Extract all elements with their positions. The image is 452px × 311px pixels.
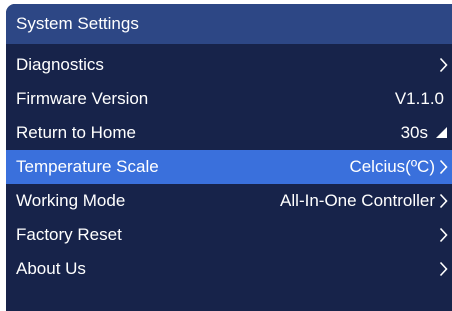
menu-item-right: V1.1.0 xyxy=(395,89,448,109)
page-title: System Settings xyxy=(16,14,139,33)
menu-item-right: 30s xyxy=(401,123,448,143)
chevron-right-icon xyxy=(439,193,448,209)
title-bar: System Settings xyxy=(6,4,452,44)
chevron-right-icon xyxy=(439,159,448,175)
chevron-right-icon xyxy=(439,261,448,277)
menu-item-temperature-scale[interactable]: Temperature Scale Celcius(ºC) xyxy=(6,150,452,184)
menu-item-right xyxy=(435,225,448,245)
menu-item-label: Return to Home xyxy=(16,123,136,142)
settings-screen: System Settings Diagnostics Firmware Ver… xyxy=(6,4,452,311)
settings-menu: Diagnostics Firmware Version V1.1.0 Retu… xyxy=(6,48,452,286)
menu-item-right xyxy=(435,55,448,75)
menu-item-right: Celcius(ºC) xyxy=(349,157,448,177)
menu-item-label: Temperature Scale xyxy=(16,157,159,176)
menu-item-about-us[interactable]: About Us xyxy=(6,252,452,286)
chevron-right-icon xyxy=(439,227,448,243)
menu-item-return-to-home[interactable]: Return to Home 30s xyxy=(6,116,452,150)
menu-item-label: About Us xyxy=(16,259,86,278)
return-to-home-value: 30s xyxy=(400,123,428,142)
menu-item-right: All-In-One Controller xyxy=(280,191,448,211)
menu-item-factory-reset[interactable]: Factory Reset xyxy=(6,218,452,252)
menu-item-right xyxy=(435,259,448,279)
corner-triangle-icon xyxy=(436,127,448,139)
chevron-right-icon xyxy=(439,57,448,73)
menu-item-working-mode[interactable]: Working Mode All-In-One Controller xyxy=(6,184,452,218)
menu-item-label: Diagnostics xyxy=(16,55,104,74)
menu-item-label: Firmware Version xyxy=(16,89,149,108)
firmware-version-value: V1.1.0 xyxy=(394,89,444,108)
menu-item-diagnostics[interactable]: Diagnostics xyxy=(6,48,452,82)
menu-item-label: Working Mode xyxy=(16,191,126,210)
working-mode-value: All-In-One Controller xyxy=(280,191,435,210)
temperature-scale-value: Celcius(ºC) xyxy=(349,157,435,176)
menu-item-label: Factory Reset xyxy=(16,225,122,244)
menu-item-firmware-version: Firmware Version V1.1.0 xyxy=(6,82,452,116)
